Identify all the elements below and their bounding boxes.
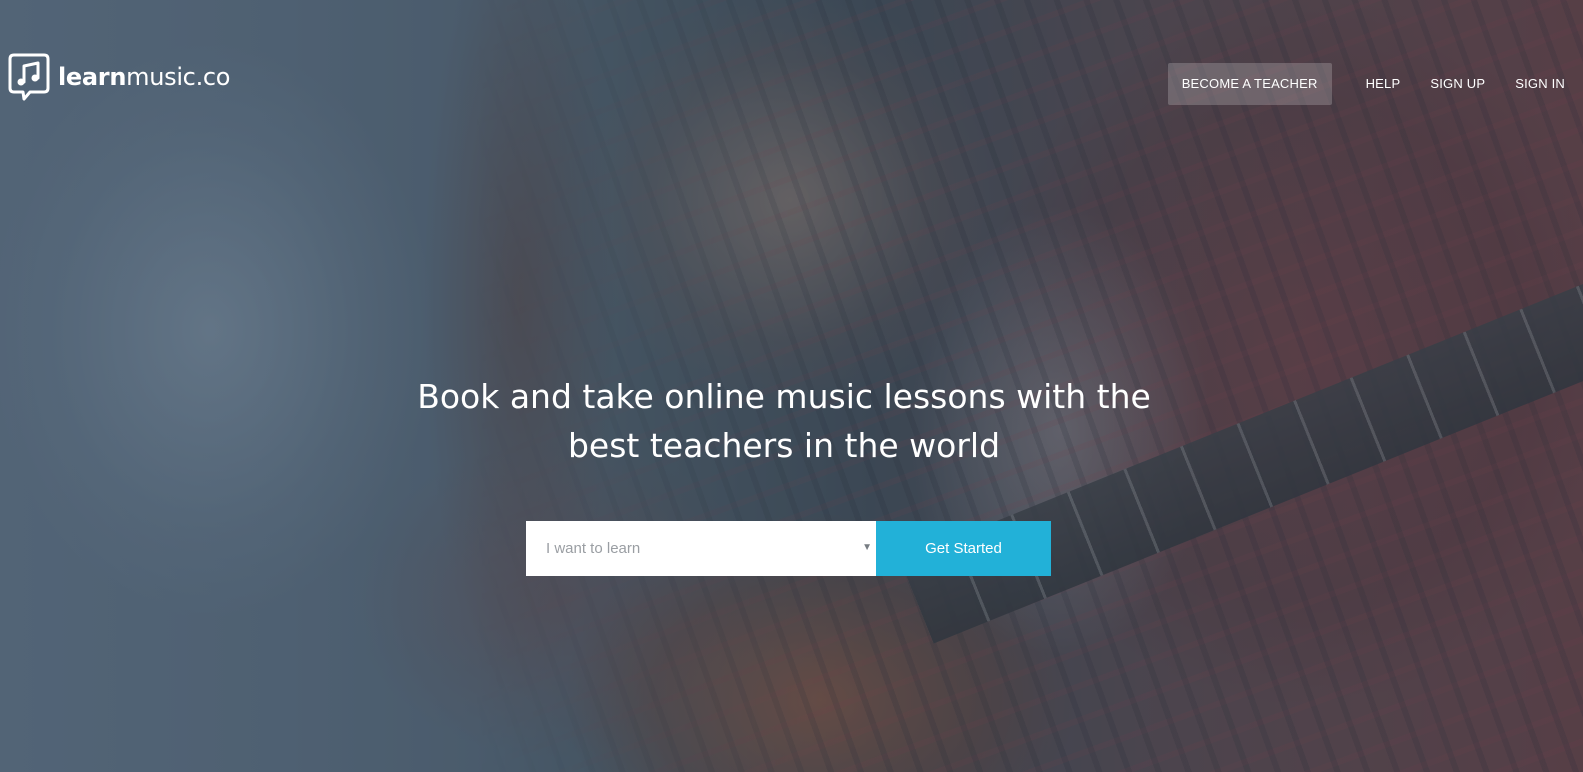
hero-headline-line1: Book and take online music lessons with … [417,377,1151,416]
sign-up-link[interactable]: SIGN UP [1415,63,1500,105]
brand-name-bold: learn [58,63,127,91]
hero-section: learnmusic.co BECOME A TEACHER HELP SIGN… [0,0,1583,772]
instrument-select[interactable]: I want to learn ▼ [526,521,876,576]
instrument-select-placeholder: I want to learn [546,540,641,557]
get-started-button[interactable]: Get Started [876,521,1051,576]
hero-headline: Book and take online music lessons with … [0,372,1568,470]
brand-name-light: music.co [126,63,231,91]
instrument-search-form: I want to learn ▼ Get Started [526,521,1051,576]
help-link[interactable]: HELP [1351,63,1416,105]
sign-in-link[interactable]: SIGN IN [1500,63,1580,105]
top-nav: BECOME A TEACHER HELP SIGN UP SIGN IN [1167,63,1580,105]
brand-logo[interactable]: learnmusic.co [8,52,231,102]
site-header: learnmusic.co BECOME A TEACHER HELP SIGN… [0,0,1583,150]
brand-wordmark: learnmusic.co [58,63,231,91]
music-note-speech-bubble-icon [8,53,50,101]
become-teacher-button[interactable]: BECOME A TEACHER [1167,63,1332,105]
caret-down-icon: ▼ [862,542,872,553]
hero-headline-line2: best teachers in the world [567,426,1001,465]
